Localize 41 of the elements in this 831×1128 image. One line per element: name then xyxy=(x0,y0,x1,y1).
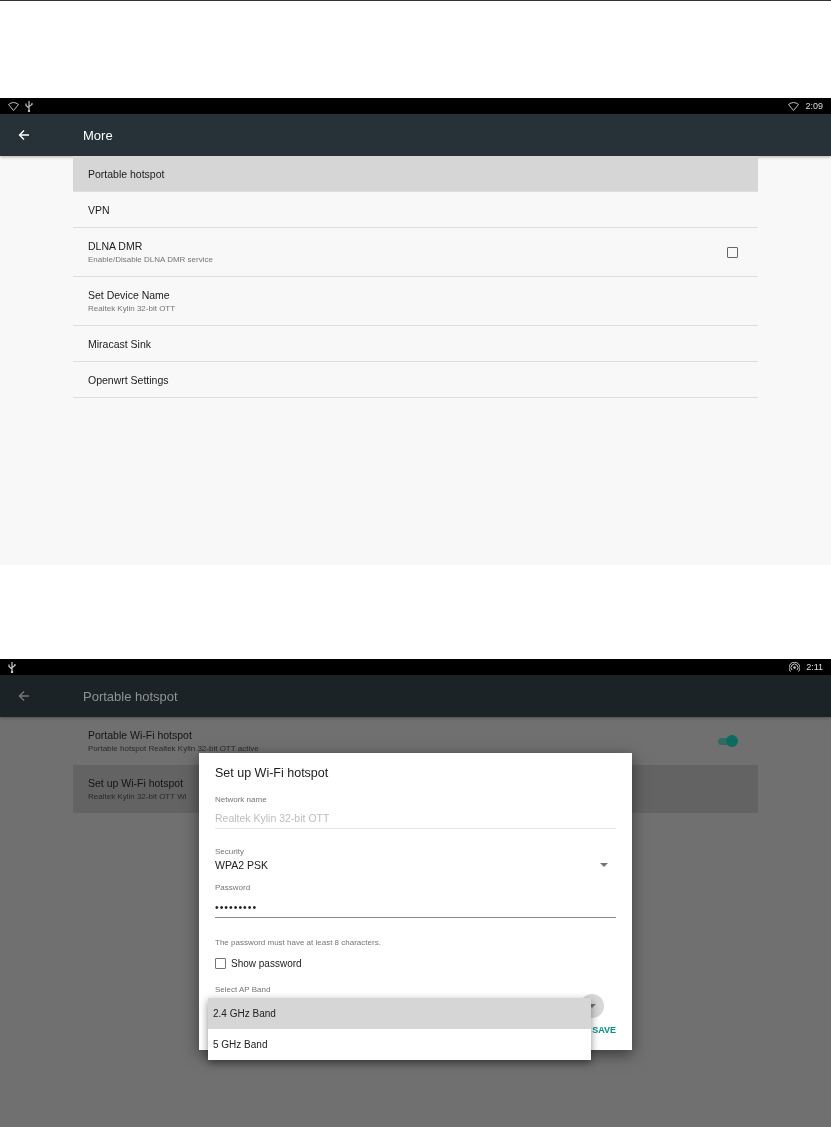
item-subtitle: Enable/Disable DLNA DMR service xyxy=(88,255,213,264)
save-button[interactable]: SAVE xyxy=(592,1023,616,1037)
item-title: Miracast Sink xyxy=(88,337,151,350)
password-field[interactable]: ••••••••• xyxy=(215,892,616,918)
usb-icon xyxy=(25,100,33,112)
caret-icon xyxy=(600,863,608,867)
menu-option[interactable]: 2.4 GHz Band xyxy=(208,998,591,1029)
item-title: VPN xyxy=(88,203,110,216)
field-label: Network name xyxy=(215,795,268,804)
item-subtitle: Realtek Kylin 32-bit OTT xyxy=(88,304,176,313)
settings-item[interactable]: Set Device Name Realtek Kylin 32-bit OTT xyxy=(73,277,758,326)
hotspot-icon xyxy=(789,661,801,673)
app-bar-title: More xyxy=(83,127,113,143)
settings-item[interactable]: Openwrt Settings xyxy=(73,362,758,398)
field-label: Password xyxy=(215,883,252,892)
settings-item[interactable]: VPN xyxy=(73,192,758,228)
item-title: Portable hotspot xyxy=(88,167,165,180)
menu-option[interactable]: 5 GHz Band xyxy=(208,1029,591,1060)
settings-item[interactable]: Portable hotspot xyxy=(73,156,758,192)
checkbox-label: Show password xyxy=(231,958,302,969)
item-title: DLNA DMR xyxy=(88,240,143,252)
toggle-switch[interactable] xyxy=(716,735,738,747)
status-time: 2:09 xyxy=(805,101,823,111)
item-title: Set up Wi-Fi hotspot xyxy=(88,777,184,789)
wifi-icon xyxy=(8,101,19,111)
dialog-title: Set up Wi-Fi hotspot xyxy=(215,766,330,780)
field-label: Security xyxy=(215,847,245,856)
hint-text: The password must have at least 8 characters. xyxy=(215,938,382,947)
app-bar-title: Portable hotspot xyxy=(83,688,178,704)
checkbox[interactable] xyxy=(215,958,226,969)
wifi-icon xyxy=(788,101,800,111)
item-title: Openwrt Settings xyxy=(88,373,169,386)
settings-item[interactable]: DLNA DMR Enable/Disable DLNA DMR service xyxy=(73,228,758,277)
item-title: Set Device Name xyxy=(88,289,170,301)
settings-item[interactable]: Miracast Sink xyxy=(73,326,758,362)
usb-icon xyxy=(8,661,16,673)
item-title: Portable Wi-Fi hotspot xyxy=(88,729,192,741)
checkbox[interactable] xyxy=(727,246,738,258)
security-dropdown[interactable]: WPA2 PSK xyxy=(215,856,616,883)
status-time: 2:11 xyxy=(806,662,823,672)
field-label: Select AP Band xyxy=(215,985,272,994)
